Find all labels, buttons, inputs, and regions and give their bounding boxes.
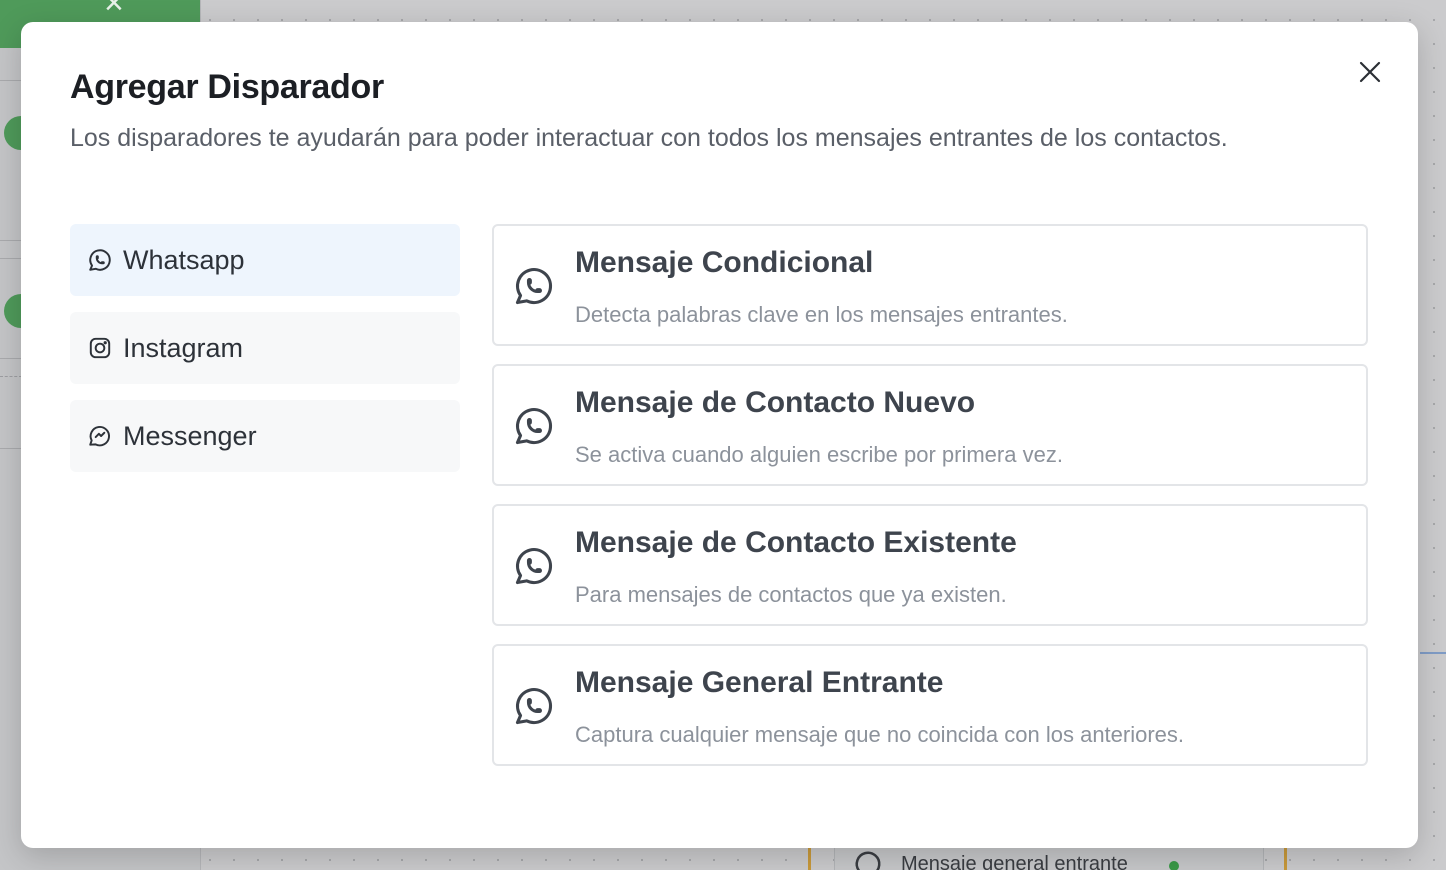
trigger-title: Mensaje Condicional: [575, 246, 874, 279]
background-divider: [0, 376, 22, 377]
close-icon: [1359, 61, 1381, 83]
background-divider: [0, 448, 22, 449]
whatsapp-icon: [515, 407, 553, 445]
background-divider: [0, 240, 22, 241]
trigger-title: Mensaje de Contacto Existente: [575, 526, 1017, 559]
tab-whatsapp[interactable]: Whatsapp: [70, 224, 460, 296]
trigger-title: Mensaje General Entrante: [575, 666, 944, 699]
background-node-status-dot: [1169, 861, 1179, 870]
trigger-description: Detecta palabras clave en los mensajes e…: [575, 302, 1068, 327]
background-connector-line: [1284, 846, 1287, 870]
background-divider: [0, 358, 22, 359]
whatsapp-icon: [515, 687, 553, 725]
trigger-card-general-incoming[interactable]: Mensaje General Entrante Captura cualqui…: [492, 644, 1368, 766]
modal-subtitle: Los disparadores te ayudarán para poder …: [70, 124, 1228, 152]
trigger-description: Se activa cuando alguien escribe por pri…: [575, 442, 1063, 467]
trigger-card-new-contact[interactable]: Mensaje de Contacto Nuevo Se activa cuan…: [492, 364, 1368, 486]
tab-label: Instagram: [123, 332, 244, 363]
tab-label: Messenger: [123, 420, 257, 451]
whatsapp-icon: [87, 247, 113, 273]
background-close-icon: ×: [104, 0, 124, 22]
background-connector-line: [808, 846, 811, 870]
whatsapp-icon: [515, 267, 553, 305]
whatsapp-icon: [855, 851, 881, 870]
trigger-description: Para mensajes de contactos que ya existe…: [575, 582, 1007, 607]
background-connector-line: [1420, 652, 1446, 654]
background-divider: [0, 258, 22, 259]
tab-messenger[interactable]: Messenger: [70, 400, 460, 472]
background-node-label: Mensaje general entrante: [901, 853, 1128, 870]
add-trigger-modal: Agregar Disparador Los disparadores te a…: [21, 22, 1418, 848]
trigger-title: Mensaje de Contacto Nuevo: [575, 386, 976, 419]
messenger-icon: [87, 423, 113, 449]
tab-label: Whatsapp: [123, 244, 245, 275]
trigger-card-existing-contact[interactable]: Mensaje de Contacto Existente Para mensa…: [492, 504, 1368, 626]
whatsapp-icon: [515, 547, 553, 585]
tab-instagram[interactable]: Instagram: [70, 312, 460, 384]
modal-title: Agregar Disparador: [70, 68, 384, 106]
close-button[interactable]: [1352, 54, 1388, 90]
background-divider: [0, 80, 22, 81]
instagram-icon: [87, 335, 113, 361]
trigger-card-conditional[interactable]: Mensaje Condicional Detecta palabras cla…: [492, 224, 1368, 346]
background-flow-node: Mensaje general entrante: [834, 846, 1264, 870]
trigger-description: Captura cualquier mensaje que no coincid…: [575, 722, 1185, 747]
